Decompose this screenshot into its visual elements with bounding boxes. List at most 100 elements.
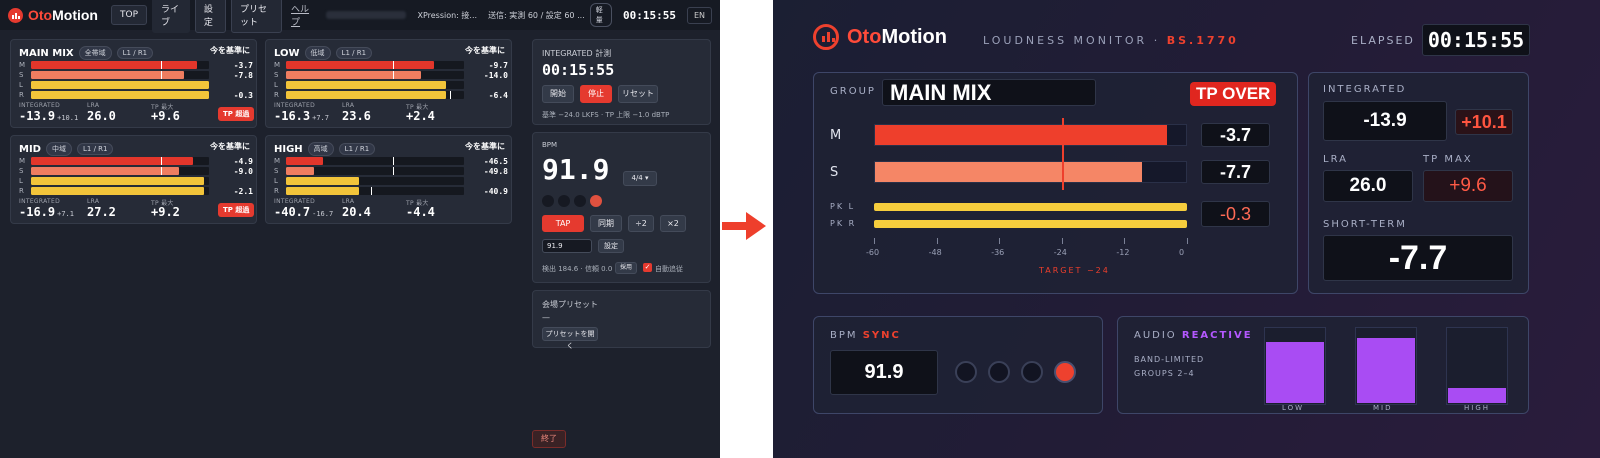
channel-pill[interactable]: L1 / R1 xyxy=(335,47,373,59)
m-meter xyxy=(874,124,1187,146)
integrated-value: -13.9 +10.1 xyxy=(19,109,78,123)
meter-row-s: S -14.0 xyxy=(274,70,510,80)
tpmax-value: -4.4 xyxy=(406,205,435,219)
tp-over-badge: TP OVER xyxy=(1190,82,1277,106)
tap-button[interactable]: TAP xyxy=(542,215,584,232)
nav-help[interactable]: ヘルプ xyxy=(287,2,315,28)
exit-button[interactable]: 終了 xyxy=(532,430,566,448)
start-button[interactable]: 開始 xyxy=(542,85,574,103)
meter-row-l: L xyxy=(19,81,255,89)
open-preset-button[interactable]: プリセットを開く xyxy=(542,327,598,350)
set-reference-button[interactable]: 今を基準に xyxy=(465,141,505,152)
meter-track xyxy=(31,167,209,175)
sync-button[interactable]: 同期 xyxy=(590,215,622,232)
meter-marker xyxy=(392,61,394,69)
time-signature-value: 4/4 xyxy=(631,174,643,182)
channel-pill[interactable]: L1 / R1 xyxy=(76,143,114,155)
meter-track xyxy=(286,177,464,185)
meter-label: S xyxy=(274,167,279,175)
subtitle-accent: BS.1770 xyxy=(1166,34,1239,47)
band-range-pill[interactable]: 中域 xyxy=(45,142,72,156)
tp-over-button[interactable]: TP 超過 xyxy=(218,107,255,121)
loudness-display: OtoMotion LOUDNESS MONITOR · BS.1770 ELA… xyxy=(773,0,1600,458)
band-range-pill[interactable]: 高域 xyxy=(307,142,334,156)
band-level-mid xyxy=(1355,327,1417,405)
reset-button[interactable]: リセット xyxy=(618,85,658,103)
meter-value: -14.0 xyxy=(483,70,508,80)
double-button[interactable]: ×2 xyxy=(660,215,686,232)
meter-value: -46.5 xyxy=(483,156,508,166)
meter-fill xyxy=(286,167,315,175)
meter-value: -9.0 xyxy=(233,166,253,176)
channel-pill[interactable]: L1 / R1 xyxy=(116,47,154,59)
meter-label: S xyxy=(274,71,279,79)
meter-row-s: S -9.0 xyxy=(19,166,255,176)
meter-value: -9.7 xyxy=(488,60,508,70)
band-range-pill[interactable]: 低域 xyxy=(304,46,331,60)
meter-track xyxy=(286,157,464,165)
logo-motion: Motion xyxy=(52,7,98,23)
logo-oto: Oto xyxy=(28,7,53,23)
band-range-pill[interactable]: 全帯域 xyxy=(78,46,112,60)
xpression-status: XPression: 接... xyxy=(417,10,478,20)
meter-fill xyxy=(286,61,434,69)
nav-settings[interactable]: 設定 xyxy=(194,0,227,33)
meter-value: -40.9 xyxy=(483,186,508,196)
measure-time: 00:15:55 xyxy=(542,61,615,79)
top-bar: OtoMotion TOP ライブ 設定 プリセット ヘルプ XPression… xyxy=(0,0,720,33)
m-meter-fill xyxy=(875,125,1168,145)
meter-marker xyxy=(160,61,162,69)
stop-button[interactable]: 停止 xyxy=(580,85,612,103)
bpm-title: BPM xyxy=(542,141,558,149)
adopt-button[interactable]: 採用 xyxy=(615,262,637,274)
lra-label: LRA xyxy=(1323,154,1348,165)
set-bpm-button[interactable]: 設定 xyxy=(598,239,624,253)
beat-dot-3 xyxy=(1021,361,1043,383)
meter-row-r: R -2.1 xyxy=(19,187,255,196)
integrated-delta: +10.1 xyxy=(1455,109,1513,135)
bpm-input[interactable]: 91.9 xyxy=(542,239,592,253)
nav-presets[interactable]: プリセット xyxy=(231,0,283,33)
meter-row-l: L xyxy=(19,177,255,185)
meter-track xyxy=(31,61,209,69)
integrated-number: -13.9 xyxy=(19,109,56,123)
meter-fill xyxy=(31,61,197,69)
lra-label: LRA xyxy=(342,198,355,205)
meter-fill xyxy=(31,157,193,165)
scale-tick xyxy=(1187,238,1188,244)
integrated-value: -40.7 -16.7 xyxy=(274,205,333,219)
band-level-label: LOW xyxy=(1282,404,1305,412)
scale-tick xyxy=(936,238,938,244)
nav-live[interactable]: ライブ xyxy=(152,0,190,33)
set-reference-button[interactable]: 今を基準に xyxy=(210,45,250,56)
beat-dot-3 xyxy=(574,195,586,207)
auto-follow-checkbox[interactable]: ✓ xyxy=(643,263,652,272)
meter-track xyxy=(286,61,464,69)
half-button[interactable]: ÷2 xyxy=(628,215,654,232)
display-subtitle: LOUDNESS MONITOR · BS.1770 xyxy=(983,34,1239,47)
meter-value: -0.3 xyxy=(233,90,253,100)
meter-track xyxy=(286,167,464,175)
logo-icon xyxy=(8,7,23,23)
meter-marker xyxy=(392,167,394,175)
band-title: MAIN MIX 全帯域 L1 / R1 xyxy=(19,46,154,60)
lightweight-badge[interactable]: 軽量 xyxy=(589,3,612,27)
audio-label: AUDIO xyxy=(1134,330,1177,341)
scale-label: -24 xyxy=(1053,248,1067,257)
meter-track xyxy=(31,187,209,195)
meter-row-r: R -0.3 xyxy=(19,90,255,100)
meter-value: -4.9 xyxy=(233,156,253,166)
channel-pill[interactable]: L1 / R1 xyxy=(338,143,376,155)
nav-top[interactable]: TOP xyxy=(110,5,147,25)
language-button[interactable]: EN xyxy=(686,6,712,24)
time-signature-select[interactable]: 4/4 ▾ xyxy=(623,171,657,186)
integrated-value: -13.9 xyxy=(1323,101,1447,141)
meter-fill xyxy=(31,91,209,99)
meter-label: R xyxy=(274,187,279,195)
set-reference-button[interactable]: 今を基準に xyxy=(210,141,250,152)
pk-r-label: PK R xyxy=(830,219,857,228)
tp-over-button[interactable]: TP 超過 xyxy=(218,203,255,217)
band-level-fill xyxy=(1357,337,1415,403)
tpmax-value: +9.6 xyxy=(151,109,180,123)
set-reference-button[interactable]: 今を基準に xyxy=(465,45,505,56)
